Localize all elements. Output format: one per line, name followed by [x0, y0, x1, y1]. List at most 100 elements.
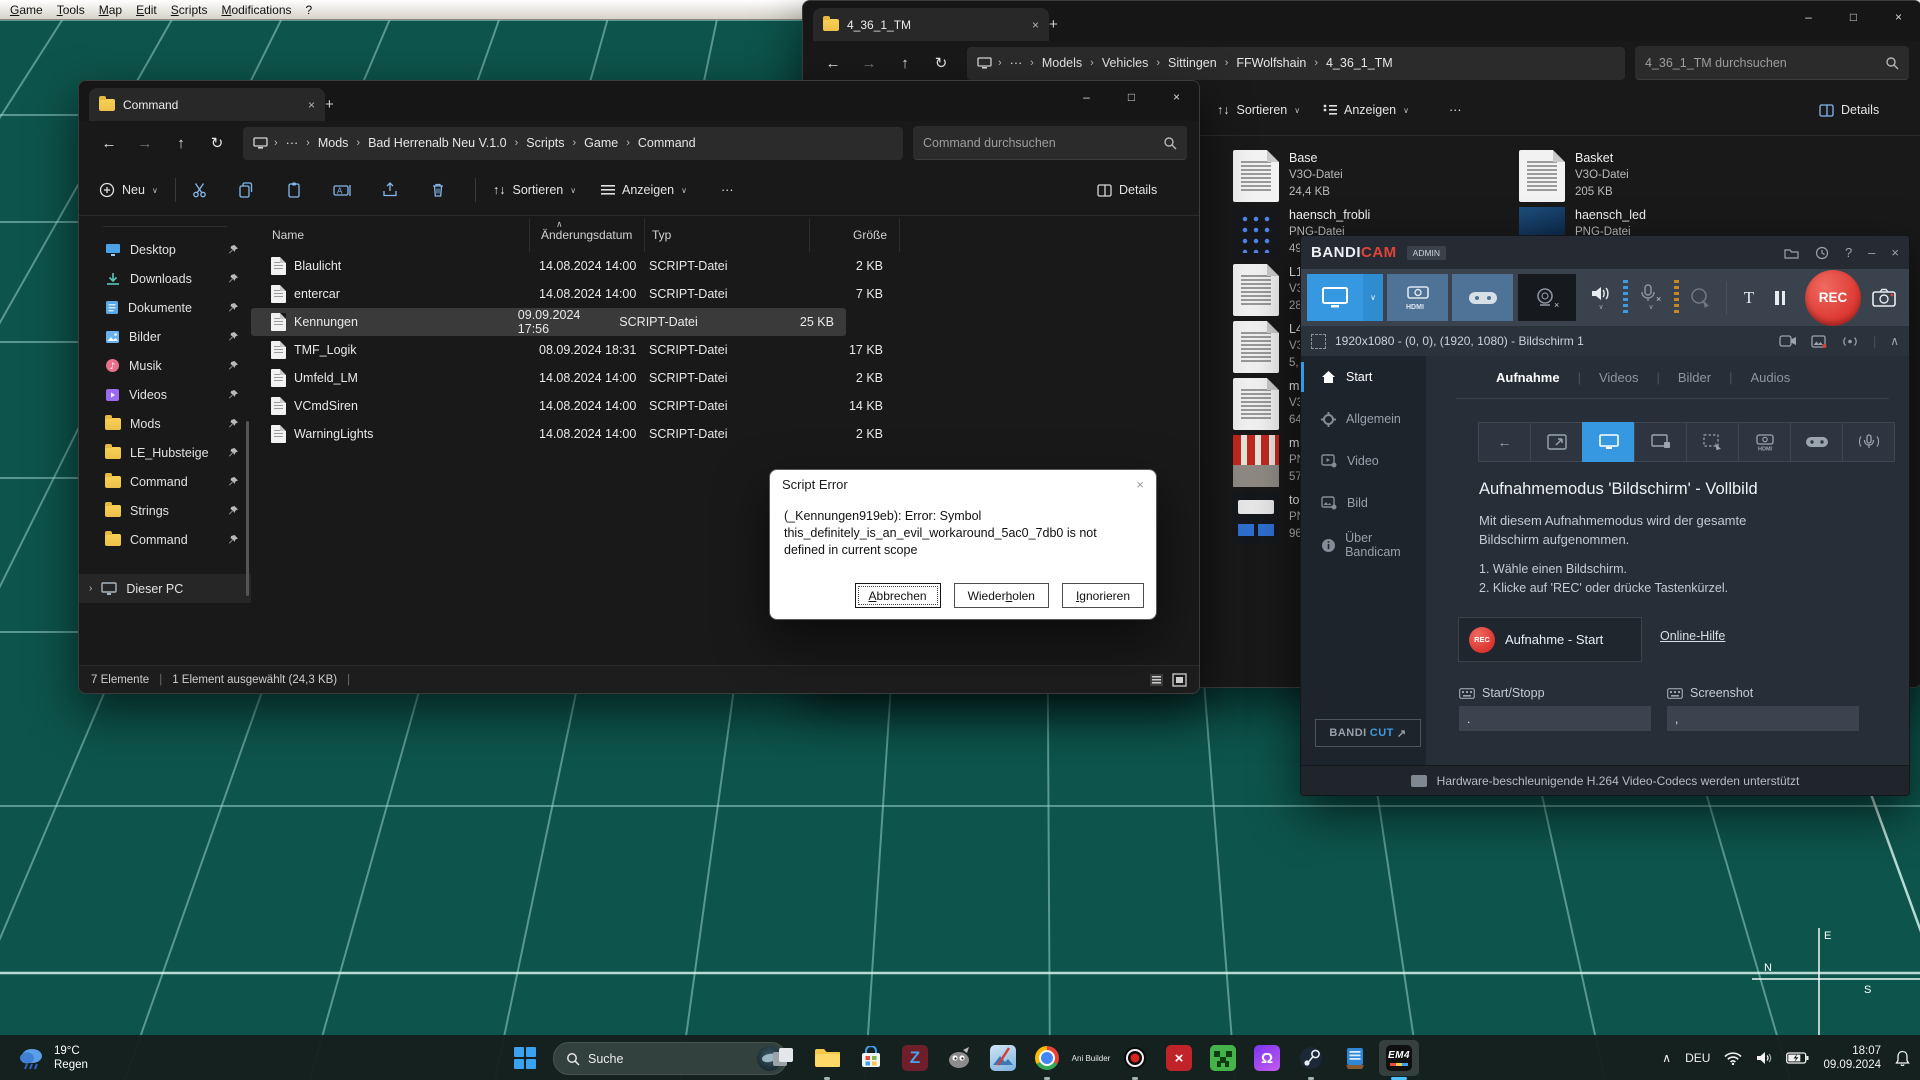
menu-map[interactable]: Map — [92, 3, 129, 17]
taskbar-app-ani-builder[interactable]: Ani Builder — [1071, 1040, 1111, 1076]
collapse-chevron-icon[interactable]: ∧ — [1890, 334, 1899, 348]
delete-button[interactable] — [423, 174, 453, 206]
weather-widget[interactable]: 19°CRegen — [10, 1035, 96, 1080]
sidebar-item-strings[interactable]: Strings — [79, 496, 251, 525]
mode-audio-button[interactable] — [1842, 422, 1895, 462]
new-tab-button[interactable]: + — [315, 88, 344, 121]
back-button[interactable]: ← — [91, 127, 127, 159]
breadcrumb-item[interactable]: FFWolfshain — [1234, 56, 1308, 70]
screen-record-mode-button[interactable] — [1307, 274, 1363, 321]
close-icon[interactable]: × — [1891, 245, 1899, 260]
sidebar-item-mods[interactable]: Mods — [79, 409, 251, 438]
table-row[interactable]: TMF_Logik 08.09.2024 18:31 SCRIPT-Datei … — [251, 336, 1199, 364]
view-button[interactable]: Anzeigen ∨ — [1317, 94, 1415, 126]
help-icon[interactable]: ? — [1845, 245, 1852, 260]
breadcrumb-item[interactable]: Command — [636, 136, 698, 150]
taskbar-app-chrome[interactable] — [1027, 1040, 1067, 1076]
ignore-button[interactable]: Ignorieren — [1062, 583, 1144, 608]
sidebar-item-desktop[interactable]: Desktop — [79, 235, 251, 264]
file-tile[interactable]: L1V328 — [1233, 264, 1303, 316]
breadcrumb-overflow[interactable]: ··· — [284, 136, 301, 150]
minimize-icon[interactable]: – — [1868, 245, 1875, 260]
speaker-icon[interactable] — [1756, 1051, 1772, 1065]
more-options-button[interactable]: ··· — [715, 174, 740, 206]
region-select-icon[interactable] — [1311, 334, 1326, 349]
forward-button[interactable]: → — [127, 127, 163, 159]
search-input[interactable]: Command durchsuchen — [913, 126, 1187, 160]
breadcrumb-item[interactable]: Bad Herrenalb Neu V.1.0 — [366, 136, 509, 150]
menu-tools[interactable]: Tools — [50, 3, 92, 17]
sidebar-item-bilder[interactable]: Bilder — [79, 322, 251, 351]
script-error-dialog[interactable]: Script Error × (_Kennungen919eb): Error:… — [769, 469, 1157, 620]
breadcrumb-item[interactable]: Vehicles — [1100, 56, 1151, 70]
paste-button[interactable] — [279, 174, 309, 206]
column-header-date[interactable]: Änderungsdatum — [530, 218, 645, 252]
tab-close-icon[interactable]: × — [1032, 18, 1039, 32]
explorer-tab[interactable]: 4_36_1_TM × — [813, 8, 1049, 41]
webcam-toggle-button[interactable]: × — [1518, 274, 1576, 321]
close-button[interactable]: × — [1876, 1, 1920, 33]
tray-expand-chevron[interactable]: ∧ — [1662, 1051, 1671, 1065]
online-help-link[interactable]: Online-Hilfe — [1660, 629, 1725, 643]
mouse-effect-button[interactable] — [1684, 274, 1718, 321]
refresh-button[interactable]: ↻ — [923, 47, 959, 79]
microphone-button[interactable]: × ∨ — [1633, 274, 1669, 321]
mode-custom-region-button[interactable] — [1530, 422, 1583, 462]
breadcrumb-item[interactable]: Mods — [316, 136, 351, 150]
bandicam-window[interactable]: BANDICAM ADMIN ? – × ∨ HDMI × ∨ × — [1300, 235, 1910, 796]
breadcrumb-overflow[interactable]: ··· — [1008, 56, 1025, 70]
breadcrumb-item[interactable]: Scripts — [524, 136, 566, 150]
mode-window-button[interactable] — [1634, 422, 1687, 462]
sidebar-item-dieser-pc[interactable]: › Dieser PC — [79, 574, 251, 603]
minimize-button[interactable]: – — [1786, 1, 1831, 33]
taskbar-app-opera-gx[interactable]: Ω — [1247, 1040, 1287, 1076]
new-button[interactable]: Neu ∨ — [93, 174, 164, 206]
history-clock-icon[interactable] — [1815, 246, 1829, 260]
tab-bilder[interactable]: Bilder — [1660, 370, 1729, 385]
broadcast-icon[interactable] — [1841, 335, 1859, 348]
close-button[interactable]: × — [1154, 81, 1199, 113]
breadcrumb[interactable]: › ··· › Models › Vehicles › Sittingen › … — [967, 47, 1625, 80]
forward-button[interactable]: → — [851, 47, 887, 79]
text-overlay-button[interactable]: T — [1735, 274, 1763, 321]
game-record-mode-button[interactable] — [1452, 274, 1513, 321]
screen-mode-dropdown[interactable]: ∨ — [1363, 274, 1383, 321]
taskbar-app-recorder[interactable] — [1115, 1040, 1155, 1076]
sort-button[interactable]: ↑↓ Sortieren ∨ — [487, 174, 582, 206]
rename-button[interactable]: A — [327, 174, 358, 206]
menu-help[interactable]: ? — [299, 3, 320, 17]
image-capture-icon[interactable] — [1811, 335, 1827, 348]
rec-button[interactable]: REC — [1805, 270, 1861, 326]
sidebar-item-start[interactable]: Start — [1301, 356, 1426, 398]
taskbar-app-zmodeler[interactable]: Z — [895, 1040, 935, 1076]
wifi-icon[interactable] — [1724, 1051, 1742, 1065]
open-folder-icon[interactable] — [1784, 247, 1799, 259]
breadcrumb-item[interactable]: Game — [582, 136, 620, 150]
file-tile[interactable]: mV364 — [1233, 378, 1303, 430]
sidebar-item-le-hubsteige[interactable]: LE_Hubsteige — [79, 438, 251, 467]
minimize-button[interactable]: – — [1064, 81, 1109, 113]
table-row[interactable]: VCmdSiren 14.08.2024 14:00 SCRIPT-Datei … — [251, 392, 1199, 420]
large-icons-view-icon[interactable] — [1172, 673, 1187, 687]
sidebar-item-musik[interactable]: ♪ Musik — [79, 351, 251, 380]
taskbar-app-notebook[interactable] — [1335, 1040, 1375, 1076]
screenshot-button[interactable] — [1869, 274, 1899, 321]
table-row[interactable]: entercar 14.08.2024 14:00 SCRIPT-Datei 7… — [251, 280, 1199, 308]
share-button[interactable] — [375, 174, 405, 206]
details-pane-button[interactable]: Details — [1091, 174, 1163, 206]
device-hdmi-mode-button[interactable]: HDMI — [1387, 274, 1448, 321]
taskbar-app-microsoft-store[interactable] — [851, 1040, 891, 1076]
speaker-button[interactable]: ∨ — [1584, 274, 1618, 321]
cut-button[interactable] — [185, 174, 215, 206]
sidebar-item-bild[interactable]: Bild — [1301, 482, 1426, 524]
menu-modifications[interactable]: Modifications — [214, 3, 298, 17]
new-tab-button[interactable]: + — [1039, 8, 1068, 41]
breadcrumb-item[interactable]: 4_36_1_TM — [1324, 56, 1395, 70]
taskbar-app-task-view[interactable] — [763, 1040, 803, 1076]
up-button[interactable]: ↑ — [163, 127, 199, 159]
pause-button[interactable] — [1763, 274, 1797, 321]
back-button[interactable]: ← — [815, 47, 851, 79]
taskbar-app-file-explorer[interactable] — [807, 1040, 847, 1076]
start-button[interactable] — [505, 1040, 545, 1076]
table-row[interactable]: WarningLights 14.08.2024 14:00 SCRIPT-Da… — [251, 420, 1199, 448]
